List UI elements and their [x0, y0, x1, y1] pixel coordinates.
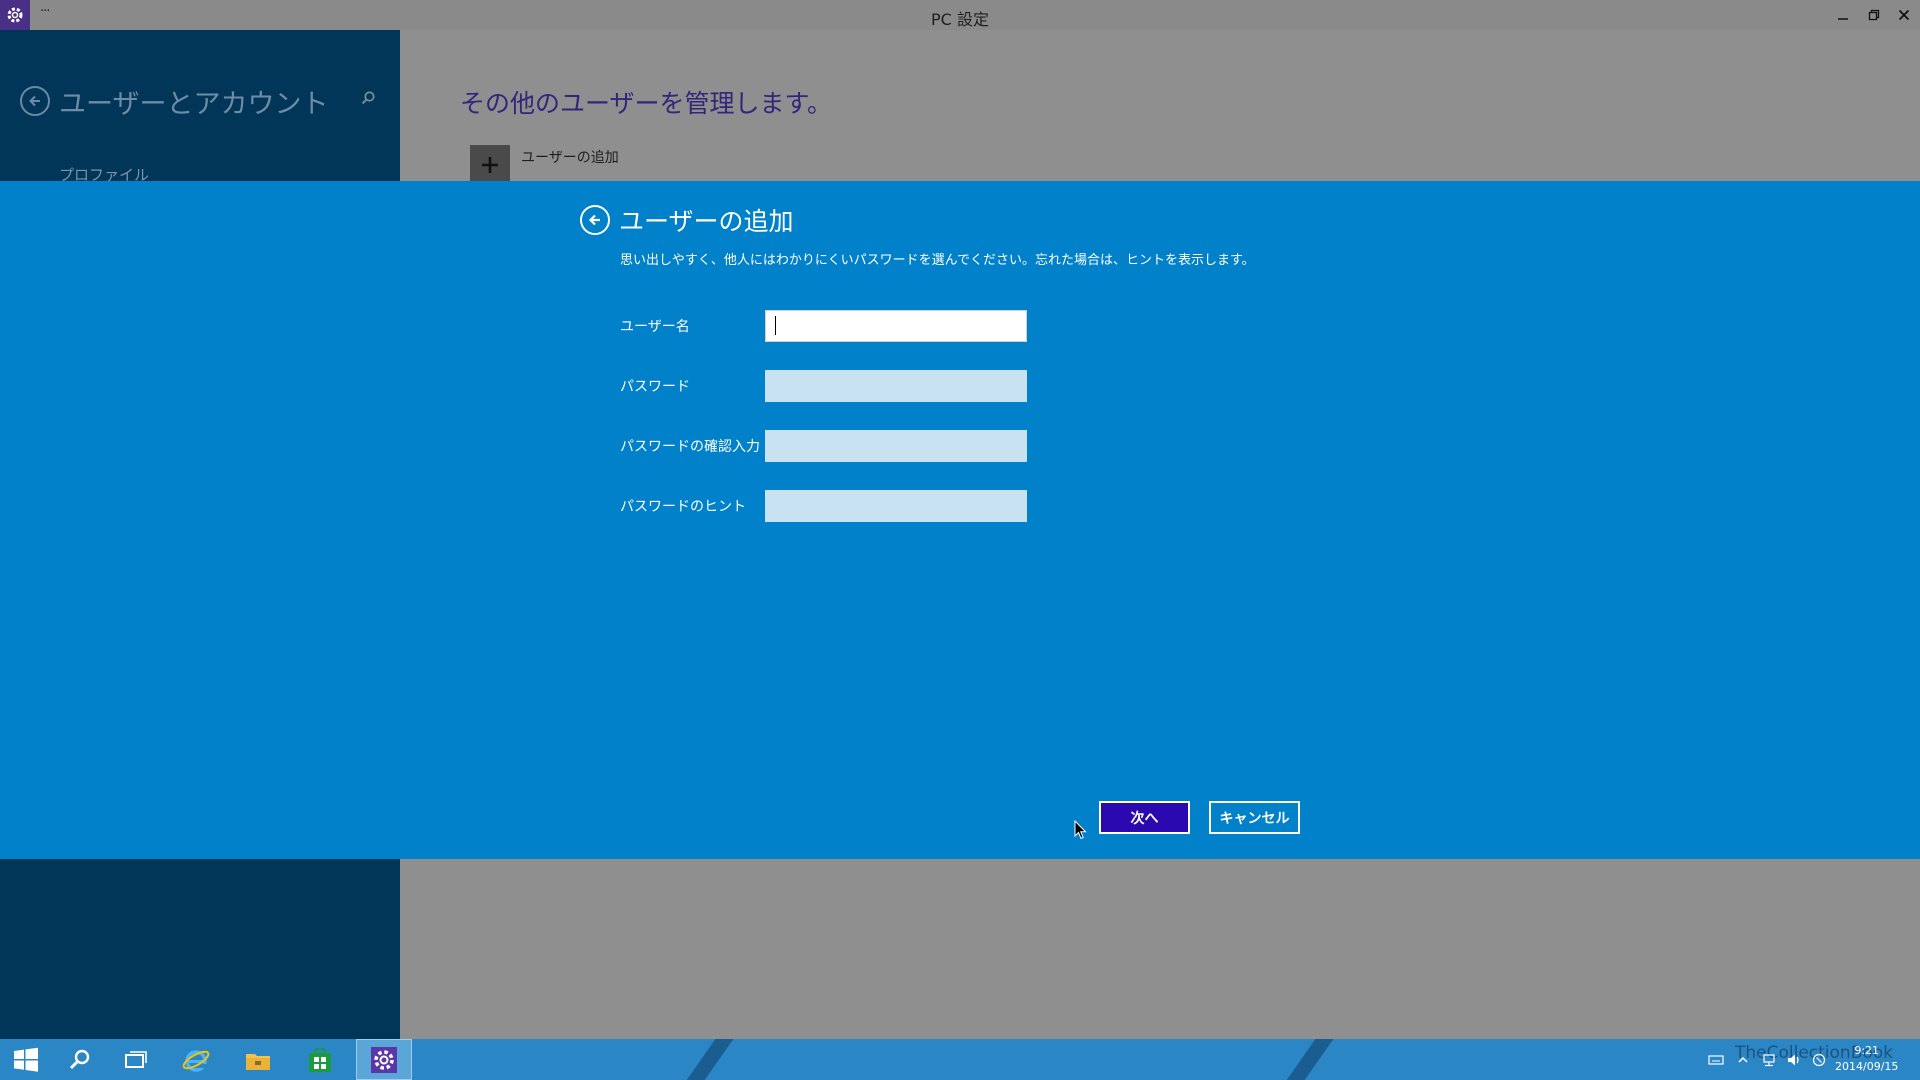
task-view-icon[interactable]	[110, 1039, 162, 1080]
search-icon[interactable]	[54, 1039, 106, 1080]
password-hint-field[interactable]	[765, 490, 1027, 522]
chevron-up-icon[interactable]	[1737, 1039, 1749, 1080]
sidebar-back-icon[interactable]	[20, 86, 50, 116]
pc-settings-icon[interactable]	[356, 1039, 412, 1080]
username-label: ユーザー名	[620, 319, 690, 335]
store-icon[interactable]	[294, 1039, 346, 1080]
restore-icon[interactable]	[1860, 3, 1888, 27]
search-icon[interactable]	[360, 90, 376, 110]
page-title: その他のユーザーを管理します。	[460, 89, 833, 118]
add-user-label[interactable]: ユーザーの追加	[521, 147, 619, 167]
sidebar-title: ユーザーとアカウント	[59, 89, 329, 120]
username-field[interactable]	[765, 310, 1027, 342]
cancel-button[interactable]: キャンセル	[1209, 801, 1300, 834]
password-field[interactable]	[765, 370, 1027, 402]
window-title: PC 設定	[931, 10, 989, 29]
next-button[interactable]: 次へ	[1099, 801, 1190, 834]
dialog-title: ユーザーの追加	[619, 207, 794, 236]
keyboard-icon[interactable]	[1708, 1039, 1724, 1080]
internet-explorer-icon[interactable]	[170, 1039, 222, 1080]
password-confirm-field[interactable]	[765, 430, 1027, 462]
file-explorer-icon[interactable]	[232, 1039, 284, 1080]
title-bar: ··· PC 設定	[0, 0, 1920, 30]
password-label: パスワード	[620, 379, 690, 395]
taskbar-decoration	[1281, 1039, 1337, 1080]
start-icon[interactable]	[0, 1039, 52, 1080]
dialog-subtitle: 思い出しやすく、他人にはわかりにくいパスワードを選んでください。忘れた場合は、ヒ…	[620, 253, 1255, 268]
volume-icon[interactable]	[1786, 1039, 1802, 1080]
close-icon[interactable]	[1890, 3, 1918, 27]
taskbar: TheCollectionBook 9:21 2014/09/15	[0, 1039, 1920, 1080]
dialog-back-icon[interactable]	[580, 205, 610, 235]
clock-time: 9:21	[1854, 1044, 1880, 1057]
clock-date: 2014/09/15	[1835, 1060, 1899, 1073]
network-icon[interactable]	[1762, 1039, 1776, 1080]
add-user-button[interactable]	[470, 145, 510, 185]
text-caret	[775, 316, 776, 335]
minimize-icon[interactable]	[1829, 3, 1857, 27]
password-confirm-label: パスワードの確認入力	[620, 439, 760, 455]
mouse-cursor-icon	[1074, 819, 1088, 844]
add-user-dialog: ユーザーの追加 思い出しやすく、他人にはわかりにくいパスワードを選んでください。…	[0, 181, 1920, 859]
action-center-icon[interactable]	[1812, 1039, 1826, 1080]
password-hint-label: パスワードのヒント	[620, 499, 746, 515]
taskbar-clock[interactable]: 9:21 2014/09/15	[1835, 1043, 1898, 1075]
taskbar-decoration	[681, 1039, 737, 1080]
